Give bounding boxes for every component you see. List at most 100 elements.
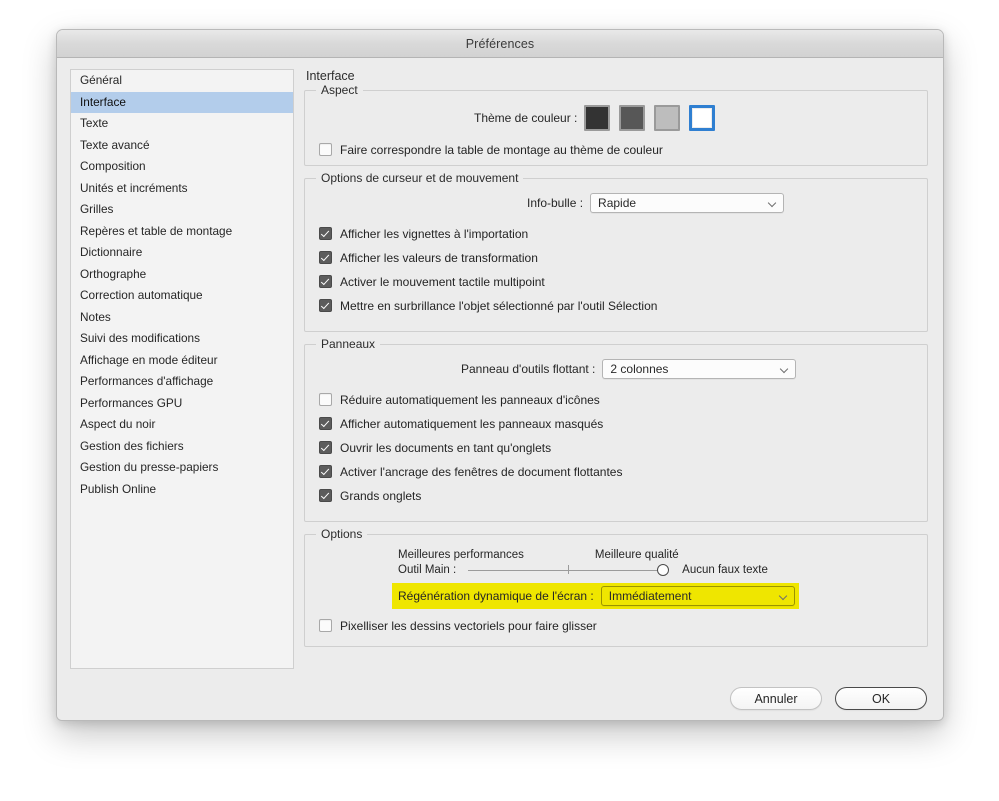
- preferences-pane: Interface Aspect Thème de couleur : Fair…: [304, 69, 928, 659]
- sidebar-item-texte-avance[interactable]: Texte avancé: [71, 135, 293, 157]
- checkbox-afficher-les-valeurs-de-transformation[interactable]: [319, 251, 332, 264]
- checkbox-row-activer-le-mouvement-tactile-multipoint[interactable]: Activer le mouvement tactile multipoint: [319, 271, 913, 292]
- checkbox-afficher-automatiquement-les-panneaux-ma[interactable]: [319, 417, 332, 430]
- checkbox-row-grands-onglets[interactable]: Grands onglets: [319, 485, 913, 506]
- checkbox-activer-l-ancrage-des-fenetres-de-docume[interactable]: [319, 465, 332, 478]
- checkbox-label: Mettre en surbrillance l'objet sélection…: [340, 298, 658, 313]
- cursor-options-group: Options de curseur et de mouvement Info-…: [304, 171, 928, 332]
- floating-toolbar-row: Panneau d'outils flottant : 2 colonnes: [319, 359, 913, 379]
- sidebar-item-performances-gpu[interactable]: Performances GPU: [71, 393, 293, 415]
- sidebar-item-gestion-des-fichiers[interactable]: Gestion des fichiers: [71, 436, 293, 458]
- floating-toolbar-label: Panneau d'outils flottant :: [461, 362, 596, 376]
- rasterize-label: Pixelliser les dessins vectoriels pour f…: [340, 618, 597, 633]
- sidebar-item-reperes-et-table-de-montage[interactable]: Repères et table de montage: [71, 221, 293, 243]
- hand-tool-label: Outil Main :: [398, 564, 457, 576]
- preferences-category-list[interactable]: Général Interface Texte Texte avancé Composi…: [70, 69, 294, 669]
- swatch-fill: [586, 107, 609, 129]
- cancel-button[interactable]: Annuler: [730, 687, 822, 710]
- floating-toolbar-select-value: 2 colonnes: [610, 362, 669, 376]
- chevron-down-icon: [781, 365, 788, 372]
- aspect-legend: Aspect: [316, 83, 363, 98]
- sidebar-item-label: Correction automatique: [80, 288, 203, 302]
- checkbox-ouvrir-les-documents-en-tant-qu-onglets[interactable]: [319, 441, 332, 454]
- checkbox-label: Activer le mouvement tactile multipoint: [340, 274, 545, 289]
- checkbox-row-afficher-les-valeurs-de-transformation[interactable]: Afficher les valeurs de transformation: [319, 247, 913, 268]
- sidebar-item-unites-et-increments[interactable]: Unités et incréments: [71, 178, 293, 200]
- checkbox-row-activer-l-ancrage-des-fenetres-de-docume[interactable]: Activer l'ancrage des fenêtres de docume…: [319, 461, 913, 482]
- sidebar-item-composition[interactable]: Composition: [71, 156, 293, 178]
- dialog-body: Général Interface Texte Texte avancé Composi…: [57, 58, 943, 720]
- cursor-options-legend: Options de curseur et de mouvement: [316, 171, 524, 186]
- sidebar-item-label: Texte avancé: [80, 137, 150, 152]
- dark-theme-swatch[interactable]: [584, 105, 611, 131]
- checkbox-row-mettre-en-surbrillance-l-objet-selection[interactable]: Mettre en surbrillance l'objet sélection…: [319, 295, 913, 316]
- theme-row: Thème de couleur :: [319, 105, 913, 131]
- ok-button[interactable]: OK: [835, 687, 927, 710]
- checkbox-row-afficher-automatiquement-les-panneaux-ma[interactable]: Afficher automatiquement les panneaux ma…: [319, 413, 913, 434]
- sidebar-item-interface[interactable]: Interface: [71, 91, 293, 113]
- sidebar-item-performances-d-affichage[interactable]: Performances d'affichage: [71, 371, 293, 393]
- checkbox-label: Afficher les valeurs de transformation: [340, 250, 538, 265]
- slider-endlabels-row: Meilleures performances Meilleure qualit…: [319, 549, 913, 561]
- sidebar-item-label: Repères et table de montage: [80, 223, 233, 238]
- theme-swatches[interactable]: [584, 105, 716, 131]
- checkbox-afficher-les-vignettes-a-l-importation[interactable]: [319, 227, 332, 240]
- sidebar-item-label: Unités et incréments: [80, 180, 188, 195]
- checkbox-label: Afficher les vignettes à l'importation: [340, 226, 529, 241]
- hand-tool-value: Aucun faux texte: [682, 564, 768, 576]
- checkbox-mettre-en-surbrillance-l-objet-selection[interactable]: [319, 299, 332, 312]
- sidebar-item-texte[interactable]: Texte: [71, 113, 293, 135]
- slider-knob[interactable]: [657, 564, 670, 576]
- checkbox-reduire-automatiquement-les-panneaux-d-i[interactable]: [319, 393, 332, 406]
- medium-dark-theme-swatch[interactable]: [619, 105, 646, 131]
- checkbox-row-reduire-automatiquement-les-panneaux-d-i[interactable]: Réduire automatiquement les panneaux d'i…: [319, 389, 913, 410]
- regen-select[interactable]: Immédiatement: [600, 586, 795, 606]
- floating-toolbar-select[interactable]: 2 colonnes: [602, 359, 797, 379]
- tooltip-select[interactable]: Rapide: [590, 193, 785, 213]
- options-group: Options Meilleures performances Meilleur…: [304, 527, 928, 647]
- swatch-fill: [656, 107, 679, 129]
- sidebar-item-suivi-des-modifications[interactable]: Suivi des modifications: [71, 328, 293, 350]
- sidebar-item-gestion-du-presse-papiers[interactable]: Gestion du presse-papiers: [71, 457, 293, 479]
- sidebar-item-orthographe[interactable]: Orthographe: [71, 264, 293, 286]
- checkbox-label: Réduire automatiquement les panneaux d'i…: [340, 392, 600, 407]
- dialog-title: Préférences: [465, 36, 535, 51]
- panels-legend: Panneaux: [316, 337, 381, 352]
- panels-group: Panneaux Panneau d'outils flottant : 2 c…: [304, 337, 928, 522]
- aspect-group: Aspect Thème de couleur : Faire correspo…: [304, 83, 928, 166]
- dialog-footer: Annuler OK: [717, 687, 927, 710]
- screen: Préférences Général Interface Texte Texte a…: [0, 0, 999, 801]
- sidebar-item-label: Publish Online: [80, 481, 157, 496]
- light-grey-theme-swatch[interactable]: [654, 105, 681, 131]
- slider-tick: [568, 565, 570, 574]
- panels-checkbox-list: Réduire automatiquement les panneaux d'i…: [319, 389, 913, 506]
- match-pasteboard-label: Faire correspondre la table de montage a…: [340, 142, 663, 157]
- rasterize-row[interactable]: Pixelliser les dessins vectoriels pour f…: [319, 615, 913, 636]
- sidebar-item-general[interactable]: Général: [71, 70, 293, 92]
- checkbox-grands-onglets[interactable]: [319, 489, 332, 502]
- page-title: Interface: [306, 69, 355, 83]
- match-pasteboard-row[interactable]: Faire correspondre la table de montage a…: [319, 139, 913, 160]
- sidebar-item-label: Affichage en mode éditeur: [80, 352, 218, 367]
- match-pasteboard-checkbox[interactable]: [319, 143, 332, 156]
- rasterize-checkbox[interactable]: [319, 619, 332, 632]
- checkbox-activer-le-mouvement-tactile-multipoint[interactable]: [319, 275, 332, 288]
- preferences-dialog: Préférences Général Interface Texte Texte a…: [56, 29, 944, 721]
- sidebar-item-aspect-du-noir[interactable]: Aspect du noir: [71, 414, 293, 436]
- sidebar-item-affichage-en-mode-editeur[interactable]: Affichage en mode éditeur: [71, 350, 293, 372]
- tooltip-label: Info-bulle :: [527, 196, 584, 210]
- checkbox-row-afficher-les-vignettes-a-l-importation[interactable]: Afficher les vignettes à l'importation: [319, 223, 913, 244]
- sidebar-item-dictionnaire[interactable]: Dictionnaire: [71, 242, 293, 264]
- checkbox-label: Ouvrir les documents en tant qu'onglets: [340, 440, 552, 455]
- light-theme-swatch[interactable]: [689, 105, 716, 131]
- checkbox-row-ouvrir-les-documents-en-tant-qu-onglets[interactable]: Ouvrir les documents en tant qu'onglets: [319, 437, 913, 458]
- sidebar-item-publish-online[interactable]: Publish Online: [71, 479, 293, 501]
- regen-row-wrapper: Régénération dynamique de l'écran : Immé…: [319, 583, 913, 609]
- sidebar-item-notes[interactable]: Notes: [71, 307, 293, 329]
- sidebar-item-label: Grilles: [80, 202, 114, 216]
- sidebar-item-grilles[interactable]: Grilles: [71, 199, 293, 221]
- hand-tool-slider[interactable]: [468, 562, 670, 578]
- cursor-checkbox-list: Afficher les vignettes à l'importation Af…: [319, 223, 913, 316]
- checkbox-label: Activer l'ancrage des fenêtres de docume…: [340, 464, 623, 479]
- sidebar-item-correction-automatique[interactable]: Correction automatique: [71, 285, 293, 307]
